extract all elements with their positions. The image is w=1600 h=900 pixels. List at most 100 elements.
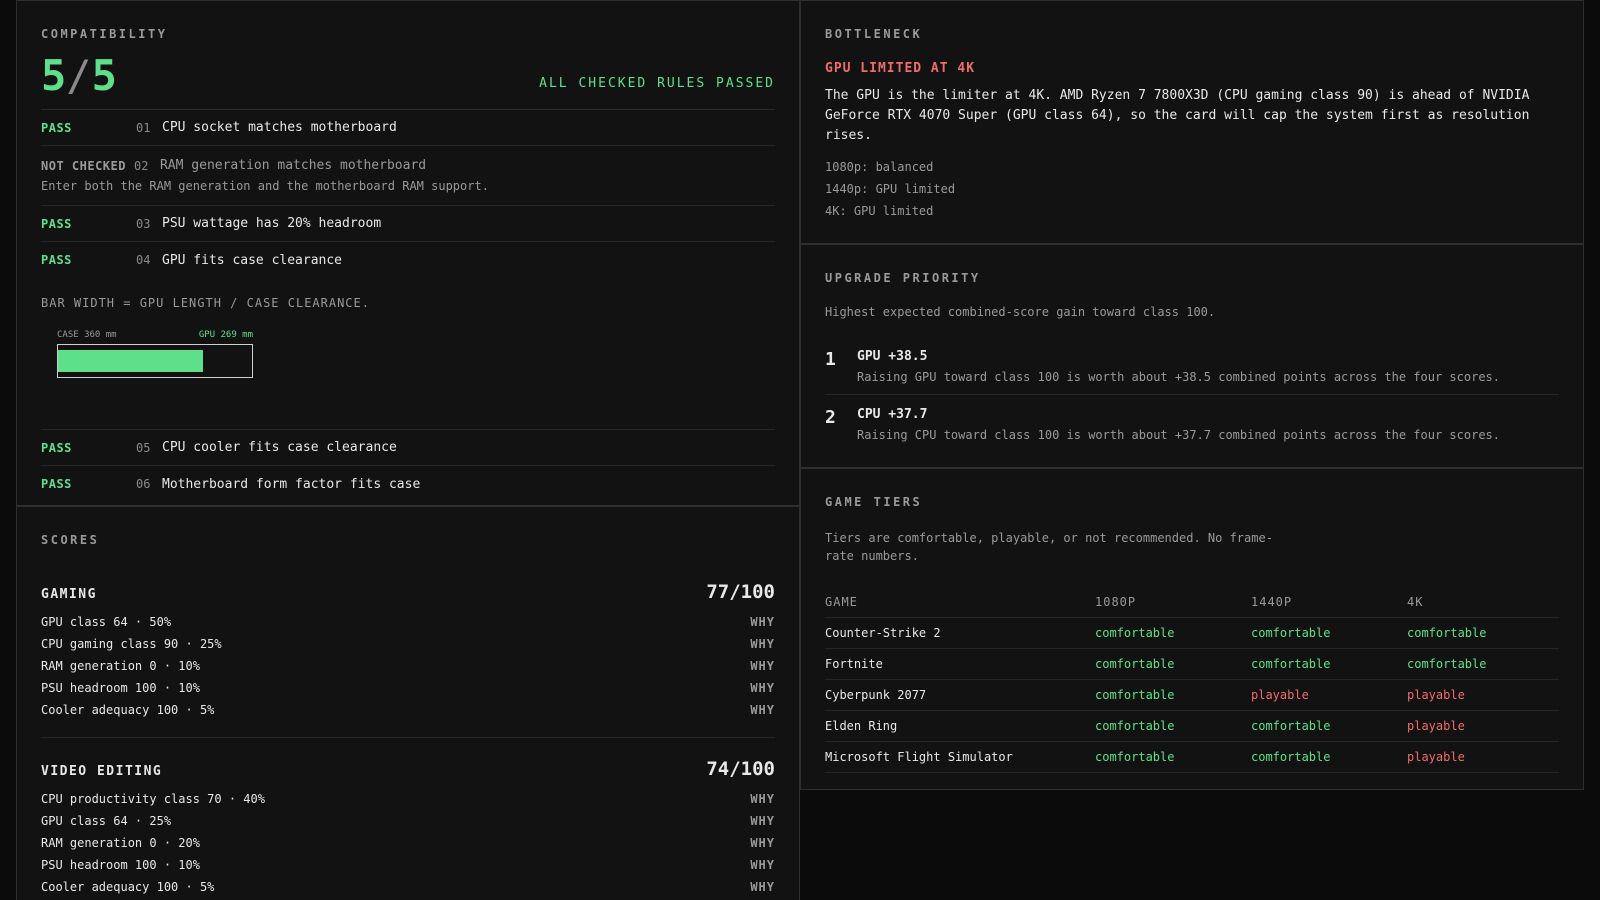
rule-label: GPU fits case clearance: [162, 252, 343, 268]
column-header: 1080P: [1095, 587, 1251, 618]
why-button[interactable]: WHY: [750, 659, 775, 673]
upgrade-priority-panel: UPGRADE PRIORITY Highest expected combin…: [800, 244, 1584, 468]
score-item: RAM generation 0 · 10% WHY: [41, 659, 775, 673]
rule-row: PASS 06 Motherboard form factor fits cas…: [41, 466, 775, 502]
tier-cell: playable: [1407, 741, 1559, 773]
rule-hint: Enter both the RAM generation and the mo…: [41, 179, 489, 193]
upgrade-list: 1 GPU +38.5 Raising GPU toward class 100…: [825, 337, 1559, 452]
tier-cell: playable: [1407, 679, 1559, 711]
rule-number: 03: [136, 216, 151, 231]
game-name: Elden Ring: [825, 710, 1095, 742]
upgrade-rank: 1: [825, 349, 836, 370]
score-group-total: 74/100: [706, 758, 775, 780]
score-item: Cooler adequacy 100 · 5% WHY: [41, 880, 775, 894]
rule-row: PASS 01 CPU socket matches motherboard: [41, 110, 775, 146]
why-button[interactable]: WHY: [750, 703, 775, 717]
rule-number: 01: [136, 120, 151, 135]
rule-number: 06: [136, 477, 151, 491]
table-header-row: GAME 1080P 1440P 4K: [825, 587, 1559, 618]
game-name: Counter-Strike 2: [825, 617, 1095, 649]
rule-number: 04: [136, 253, 151, 267]
why-button[interactable]: WHY: [750, 858, 775, 872]
table-row: Fortnite comfortable comfortable comfortabl…: [825, 648, 1559, 680]
rule-label: PSU wattage has 20% headroom: [162, 216, 382, 231]
why-button[interactable]: WHY: [750, 792, 775, 806]
tier-cell: comfortable: [1251, 741, 1407, 773]
score-group-video-editing: VIDEO EDITING 74/100 CPU productivity cl…: [41, 737, 775, 898]
tier-cell: comfortable: [1095, 679, 1251, 711]
game-tiers-table: GAME 1080P 1440P 4K Counter-Strike 2 comf…: [825, 587, 1559, 773]
score-item: PSU headroom 100 · 10% WHY: [41, 858, 775, 872]
scores-title: SCORES: [41, 533, 100, 547]
bottleneck-resolutions: 1080p: balanced 1440p: GPU limited 4K: G…: [825, 156, 1559, 222]
bottleneck-panel: BOTTLENECK GPU LIMITED AT 4K The GPU is …: [800, 0, 1584, 244]
bar-fill: [58, 350, 203, 372]
why-button[interactable]: WHY: [750, 681, 775, 695]
upgrade-item-desc: Raising CPU toward class 100 is worth ab…: [857, 428, 1500, 442]
rule-status: PASS: [41, 440, 72, 455]
rule-row: PASS 05 CPU cooler fits case clearance: [41, 430, 775, 466]
bar-caption: BAR WIDTH = GPU LENGTH / CASE CLEARANCE.: [41, 296, 370, 310]
game-tiers-panel: GAME TIERS Tiers are comfortable, playab…: [800, 468, 1584, 790]
why-button[interactable]: WHY: [750, 637, 775, 651]
gpu-clearance-bar: CASE 360 mm GPU 269 mm: [57, 330, 253, 378]
bottleneck-line: 1080p: balanced: [825, 160, 934, 174]
tier-cell: comfortable: [1407, 648, 1559, 680]
table-row: Cyberpunk 2077 comfortable playable playabl…: [825, 679, 1559, 711]
tiers-title: GAME TIERS: [825, 495, 923, 509]
score-group-total: 77/100: [706, 581, 775, 603]
score-item: GPU class 64 · 25% WHY: [41, 814, 775, 828]
rule-status: NOT CHECKED: [41, 158, 126, 173]
rule-status: PASS: [41, 477, 72, 491]
rule-label: RAM generation matches motherboard: [159, 158, 427, 173]
upgrade-item-title: CPU +37.7: [857, 407, 928, 422]
why-button[interactable]: WHY: [750, 880, 775, 894]
upgrade-item-title: GPU +38.5: [857, 349, 928, 364]
tier-cell: comfortable: [1251, 648, 1407, 680]
rule-status: PASS: [41, 216, 72, 231]
game-name: Microsoft Flight Simulator: [825, 741, 1095, 773]
upgrade-rank: 2: [825, 407, 836, 428]
column-header: 1440P: [1251, 587, 1407, 618]
compatibility-panel: COMPATIBILITY 5/5 ALL CHECKED RULES PASS…: [16, 0, 800, 506]
bottleneck-line: 4K: GPU limited: [825, 204, 934, 218]
rule-status: PASS: [41, 120, 72, 135]
bottleneck-line: 1440p: GPU limited: [825, 182, 956, 196]
game-tiers-body: Counter-Strike 2 comfortable comfortable co…: [825, 617, 1559, 773]
rule-label: Motherboard form factor fits case: [162, 476, 421, 492]
upgrade-item: 2 CPU +37.7 Raising CPU toward class 100…: [825, 394, 1559, 452]
rule-row-not-checked: NOT CHECKED 02 RAM generation matches mo…: [41, 146, 775, 206]
rule-status: PASS: [41, 253, 72, 267]
upgrade-item-desc: Raising GPU toward class 100 is worth ab…: [857, 370, 1500, 384]
rule-number: 05: [136, 440, 151, 455]
tier-cell: comfortable: [1251, 617, 1407, 649]
rule-number: 02: [133, 158, 149, 173]
score-group-name: VIDEO EDITING: [41, 764, 163, 779]
tiers-subtitle: Tiers are comfortable, playable, or not …: [825, 531, 1273, 563]
gpu-clearance-bar-block: BAR WIDTH = GPU LENGTH / CASE CLEARANCE.…: [41, 278, 775, 430]
tier-cell: comfortable: [1095, 648, 1251, 680]
why-button[interactable]: WHY: [750, 615, 775, 629]
gpu-length-label: GPU 269 mm: [198, 330, 253, 340]
score-group-gaming: GAMING 77/100 GPU class 64 · 50% WHY CPU …: [41, 581, 775, 721]
table-row: Microsoft Flight Simulator comfortable com…: [825, 741, 1559, 773]
compatibility-summary: ALL CHECKED RULES PASSED: [539, 76, 775, 91]
score-item: RAM generation 0 · 20% WHY: [41, 836, 775, 850]
tier-cell: comfortable: [1095, 617, 1251, 649]
upgrade-item: 1 GPU +38.5 Raising GPU toward class 100…: [825, 337, 1559, 394]
score-item: CPU gaming class 90 · 25% WHY: [41, 637, 775, 651]
rule-row: PASS 03 PSU wattage has 20% headroom: [41, 206, 775, 242]
compatibility-title: COMPATIBILITY: [41, 27, 168, 41]
score-item: CPU productivity class 70 · 40% WHY: [41, 792, 775, 806]
table-row: Elden Ring comfortable comfortable playable: [825, 710, 1559, 742]
tier-cell: playable: [1407, 710, 1559, 742]
scores-panel: SCORES GAMING 77/100 GPU class 64 · 50% W…: [16, 506, 800, 900]
tier-cell: comfortable: [1095, 741, 1251, 773]
column-header: 4K: [1407, 587, 1559, 618]
why-button[interactable]: WHY: [750, 836, 775, 850]
compatibility-score-line: 5/5 ALL CHECKED RULES PASSED: [41, 55, 775, 110]
tier-cell: comfortable: [1407, 617, 1559, 649]
why-button[interactable]: WHY: [750, 814, 775, 828]
bottleneck-headline: GPU LIMITED AT 4K: [825, 61, 976, 76]
game-name: Fortnite: [825, 648, 1095, 680]
